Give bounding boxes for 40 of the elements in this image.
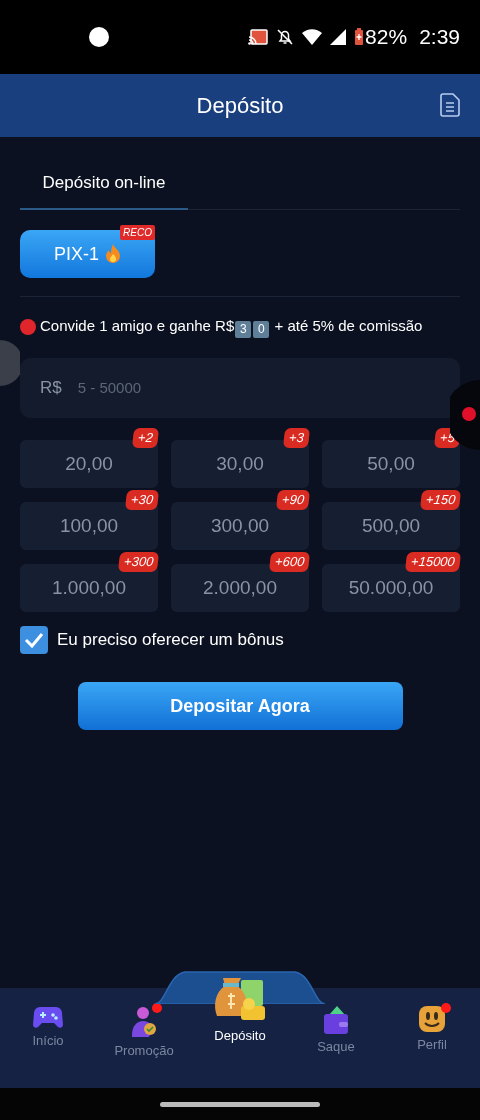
referral-promo-text: Convide 1 amigo e ganhe R$ 3 0 + até 5% de comissão (40, 316, 423, 338)
home-indicator[interactable] (160, 1101, 320, 1107)
nav-tab[interactable]: Saque (317, 1005, 355, 1057)
clock: 2:39 (419, 24, 460, 51)
nav-tab[interactable]: Início (32, 1005, 64, 1051)
notification-dot-icon (89, 27, 109, 47)
document-icon[interactable] (440, 93, 460, 117)
battery-icon (354, 28, 365, 46)
nav-tab[interactable]: Depósito (211, 974, 269, 1046)
bonus-tag: +150 (419, 490, 462, 510)
person-badge-icon (129, 1005, 159, 1039)
wallet-icon (323, 1005, 349, 1035)
cast-icon (248, 29, 269, 45)
checkbox-label: Eu preciso oferecer um bônus (57, 629, 284, 652)
recommended-tag: RECO (120, 225, 155, 240)
battery-level: 82% (365, 24, 408, 51)
page-title: Depósito (196, 92, 284, 120)
checkmark-icon (24, 632, 44, 648)
amount-input[interactable]: 5 - 50000 (77, 376, 378, 400)
currency-label: R$ (40, 377, 62, 400)
nav-tab[interactable]: Perfil (417, 1005, 447, 1055)
gamepad-icon (33, 1005, 63, 1029)
tab[interactable]: Depósito on-line (20, 157, 188, 210)
bonus-checkbox[interactable] (20, 626, 48, 654)
wifi-icon (302, 29, 323, 45)
bonus-tag: +30 (124, 490, 160, 510)
bonus-tag: +90 (275, 490, 311, 510)
floating-handle[interactable] (0, 340, 20, 386)
dot-icon (20, 318, 36, 335)
bonus-tag: +15000 (405, 552, 462, 572)
bonus-tag: +3 (283, 428, 311, 448)
bell-off-icon (276, 28, 295, 46)
signal-icon (330, 29, 347, 45)
bonus-tag: +2 (132, 428, 160, 448)
fire-icon (105, 244, 121, 264)
bonus-tag: +600 (268, 552, 311, 572)
bonus-tag: +300 (117, 552, 160, 572)
deposit-now-button[interactable]: Depositar Agora (77, 682, 403, 730)
nav-tab[interactable]: Promoção (114, 1005, 174, 1061)
smiley-icon (418, 1005, 446, 1033)
